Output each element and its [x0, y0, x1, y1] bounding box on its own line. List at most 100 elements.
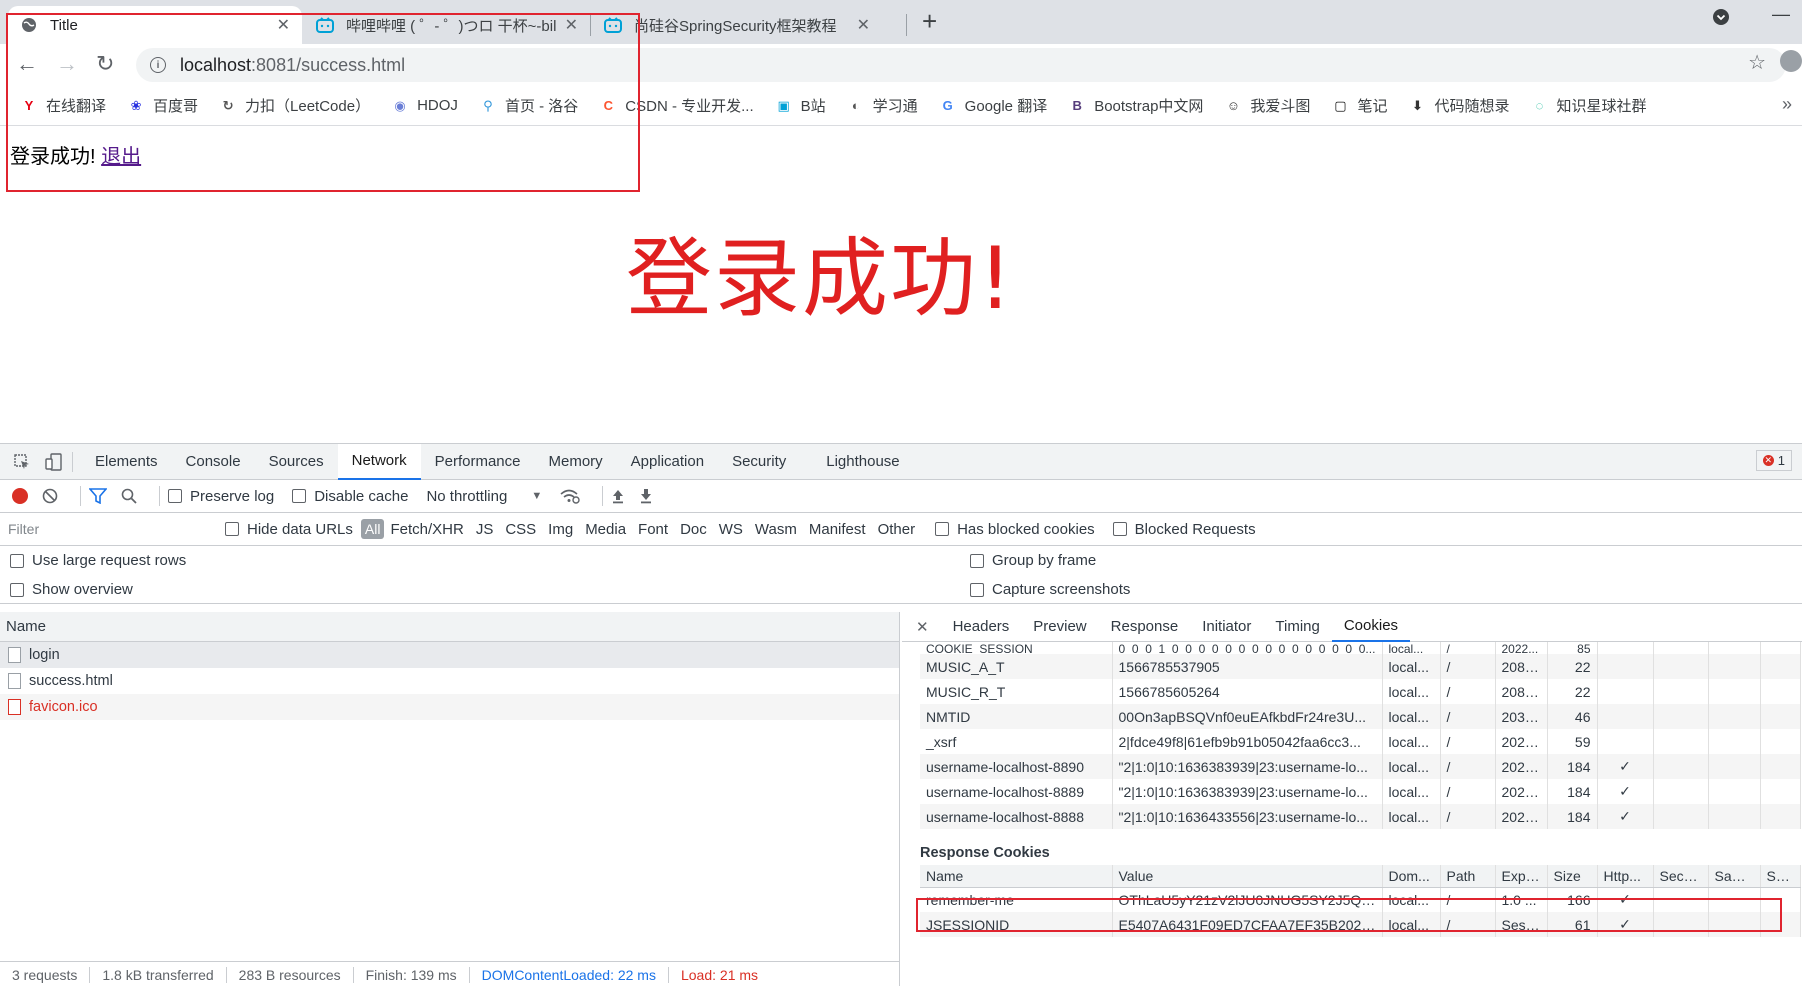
column-header[interactable]: Sam...	[1708, 865, 1761, 888]
record-button[interactable]	[12, 488, 28, 504]
error-counter[interactable]: ✕ 1	[1755, 450, 1792, 471]
close-tab-icon[interactable]: ✕	[565, 15, 578, 35]
close-tab-icon[interactable]: ✕	[277, 15, 290, 35]
address-bar[interactable]: i localhost:8081/success.html	[136, 48, 1786, 82]
close-tab-icon[interactable]: ✕	[857, 15, 870, 35]
filter-input[interactable]: Filter	[2, 516, 207, 542]
filter-type-css[interactable]: CSS	[499, 521, 542, 538]
request-row-success[interactable]: success.html	[0, 668, 899, 694]
column-header[interactable]: Size	[1547, 865, 1598, 888]
export-har-icon[interactable]	[639, 488, 653, 504]
reload-icon[interactable]: ↻	[96, 51, 114, 77]
bookmark-item[interactable]: B Bootstrap中文网	[1068, 95, 1204, 116]
bookmark-item[interactable]: ☺ 我爱斗图	[1224, 95, 1311, 116]
bookmark-item[interactable]: ▢ 笔记	[1331, 95, 1387, 116]
bookmark-item[interactable]: ↻ 力扣（LeetCode）	[219, 95, 371, 116]
large-request-rows-checkbox[interactable]: Use large request rows	[10, 552, 186, 569]
devtools-tab-lighthouse[interactable]: Lighthouse	[812, 444, 913, 480]
filter-type-doc[interactable]: Doc	[674, 521, 713, 538]
bookmark-item[interactable]: ◉ HDOJ	[391, 97, 458, 115]
filter-type-manifest[interactable]: Manifest	[803, 521, 872, 538]
search-icon[interactable]	[121, 488, 137, 504]
devtools-tab-elements[interactable]: Elements	[81, 444, 172, 480]
cookie-row[interactable]: COOKIE_SESSION 0_0_0_1_0_0_0_0_0_0_0_0_0_…	[920, 642, 1801, 654]
tab-search-icon[interactable]	[1712, 8, 1730, 31]
column-header[interactable]: Sam	[1760, 865, 1801, 888]
filter-type-font[interactable]: Font	[632, 521, 674, 538]
more-bookmarks-icon[interactable]: »	[1782, 94, 1792, 115]
devtools-tab-security[interactable]: Security	[718, 444, 800, 480]
detail-tab-headers[interactable]: Headers	[941, 612, 1022, 642]
column-header[interactable]: Path	[1440, 865, 1496, 888]
bookmark-item[interactable]: ▣ B站	[775, 95, 825, 116]
devtools-tab-network[interactable]: Network	[337, 443, 421, 480]
network-conditions-icon[interactable]	[560, 488, 580, 504]
request-row-login[interactable]: login	[0, 642, 899, 668]
preserve-log-checkbox[interactable]: Preserve log	[168, 488, 274, 505]
bookmark-item[interactable]: ⚲ 首页 - 洛谷	[479, 95, 578, 116]
column-header[interactable]: Name	[920, 865, 1113, 888]
logout-link[interactable]: 退出	[101, 146, 141, 168]
filter-type-img[interactable]: Img	[542, 521, 579, 538]
back-arrow-icon[interactable]: ←	[16, 51, 38, 77]
column-header[interactable]: Dom...	[1382, 865, 1441, 888]
disable-cache-checkbox[interactable]: Disable cache	[292, 488, 408, 505]
cookie-row[interactable]: MUSIC_R_T 1566785605264 local.../2089... 22	[920, 679, 1801, 704]
capture-screenshots-checkbox[interactable]: Capture screenshots	[970, 581, 1130, 598]
filter-type-js[interactable]: JS	[470, 521, 500, 538]
column-header[interactable]: Secure	[1653, 865, 1709, 888]
tab-springsecurity[interactable]: 尚硅谷SpringSecurity框架教程 ✕	[592, 6, 882, 44]
name-column-header[interactable]: Name	[0, 612, 899, 642]
filter-type-wasm[interactable]: Wasm	[749, 521, 803, 538]
devtools-tab-memory[interactable]: Memory	[535, 444, 617, 480]
profile-avatar[interactable]	[1780, 50, 1802, 72]
close-detail-icon[interactable]: ✕	[902, 618, 941, 636]
filter-type-media[interactable]: Media	[579, 521, 632, 538]
detail-tab-timing[interactable]: Timing	[1263, 612, 1331, 642]
cookie-row[interactable]: JSESSIONID E5407A6431F09ED7CFAA7EF35B2021…	[920, 912, 1801, 937]
filter-type-all[interactable]: All	[360, 519, 385, 539]
blocked-requests-checkbox[interactable]: Blocked Requests	[1112, 521, 1256, 538]
cookie-row[interactable]: username-localhost-8890 "2|1:0|10:1636383…	[920, 754, 1801, 779]
bookmark-item[interactable]: ⬇ 代码随想录	[1408, 95, 1509, 116]
bookmark-item[interactable]: ◌ 知识星球社群	[1530, 95, 1647, 116]
bookmark-item[interactable]: G Google 翻译	[939, 95, 1048, 116]
detail-tab-cookies[interactable]: Cookies	[1331, 612, 1411, 642]
show-overview-checkbox[interactable]: Show overview	[10, 581, 133, 598]
filter-type-ws[interactable]: WS	[713, 521, 749, 538]
devtools-tab-sources[interactable]: Sources	[255, 444, 338, 480]
tab-bilibili[interactable]: 哔哩哔哩 ( ゜- ゜)つロ 干杯~-bilibili ✕	[304, 6, 590, 44]
filter-type-fetchxhr[interactable]: Fetch/XHR	[384, 521, 469, 538]
device-toolbar-icon[interactable]	[44, 452, 64, 472]
bookmark-star-icon[interactable]: ☆	[1748, 50, 1766, 75]
bookmark-item[interactable]: C CSDN - 专业开发...	[599, 95, 754, 116]
info-icon[interactable]: i	[150, 57, 166, 73]
cookie-row[interactable]: remember-me OThLaU5yY21zV2lJU0JNUG5SY2J5Q…	[920, 887, 1801, 912]
group-by-frame-checkbox[interactable]: Group by frame	[970, 552, 1096, 569]
bookmark-item[interactable]: Y 在线翻译	[20, 95, 106, 116]
bookmark-item[interactable]: ◐ 学习通	[847, 95, 918, 116]
forward-arrow-icon[interactable]: →	[56, 51, 78, 77]
tab-title[interactable]: Title ✕	[8, 6, 302, 44]
new-tab-button[interactable]: +	[922, 8, 937, 34]
cookie-row[interactable]: MUSIC_A_T 1566785537905 local.../2089... 22	[920, 654, 1801, 679]
cookie-row[interactable]: _xsrf 2|fdce49f8|61efb9b91b05042faa6cc3..…	[920, 729, 1801, 754]
filter-icon[interactable]	[89, 488, 107, 504]
detail-tab-initiator[interactable]: Initiator	[1190, 612, 1263, 642]
column-header[interactable]: Value	[1112, 865, 1383, 888]
minimize-button[interactable]: —	[1772, 4, 1790, 25]
devtools-tab-performance[interactable]: Performance	[421, 444, 535, 480]
column-header[interactable]: Http...	[1597, 865, 1654, 888]
request-row-favicon[interactable]: favicon.ico	[0, 694, 899, 720]
filter-type-other[interactable]: Other	[872, 521, 922, 538]
import-har-icon[interactable]	[611, 488, 625, 504]
detail-tab-preview[interactable]: Preview	[1021, 612, 1098, 642]
detail-tab-response[interactable]: Response	[1099, 612, 1191, 642]
throttling-select[interactable]: No throttling ▼	[426, 488, 542, 505]
hide-data-urls-checkbox[interactable]: Hide data URLs	[225, 521, 353, 538]
devtools-tab-console[interactable]: Console	[172, 444, 255, 480]
inspect-element-icon[interactable]	[12, 452, 32, 472]
bookmark-item[interactable]: ❀ 百度哥	[127, 95, 198, 116]
clear-icon[interactable]	[42, 488, 58, 504]
column-header[interactable]: Expir...	[1495, 865, 1548, 888]
